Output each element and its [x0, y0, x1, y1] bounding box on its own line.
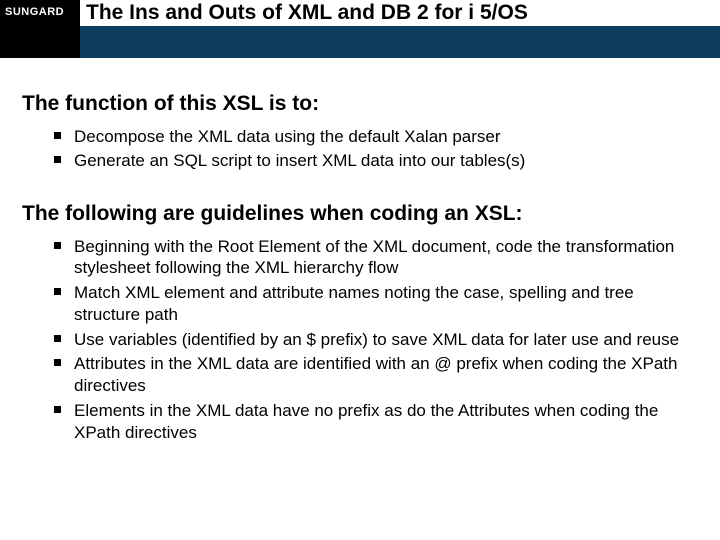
section1-heading: The function of this XSL is to:: [22, 92, 698, 116]
list-item: Attributes in the XML data are identifie…: [54, 353, 698, 397]
section2-heading: The following are guidelines when coding…: [22, 202, 698, 226]
slide-content: The function of this XSL is to: Decompos…: [0, 58, 720, 443]
title-block: The Ins and Outs of XML and DB 2 for i 5…: [80, 0, 720, 58]
slide-header: SUNGARD The Ins and Outs of XML and DB 2…: [0, 0, 720, 58]
list-item: Use variables (identified by an $ prefix…: [54, 329, 698, 351]
brand-logo: SUNGARD: [0, 0, 80, 58]
list-item: Elements in the XML data have no prefix …: [54, 400, 698, 444]
title-top: The Ins and Outs of XML and DB 2 for i 5…: [80, 0, 720, 26]
section1-list: Decompose the XML data using the default…: [22, 126, 698, 172]
section2-list: Beginning with the Root Element of the X…: [22, 236, 698, 444]
title-band: [80, 26, 720, 58]
brand-logo-text: SUNGARD: [5, 6, 64, 18]
list-item: Generate an SQL script to insert XML dat…: [54, 150, 698, 172]
list-item: Decompose the XML data using the default…: [54, 126, 698, 148]
slide-title: The Ins and Outs of XML and DB 2 for i 5…: [86, 1, 528, 25]
list-item: Beginning with the Root Element of the X…: [54, 236, 698, 280]
list-item: Match XML element and attribute names no…: [54, 282, 698, 326]
